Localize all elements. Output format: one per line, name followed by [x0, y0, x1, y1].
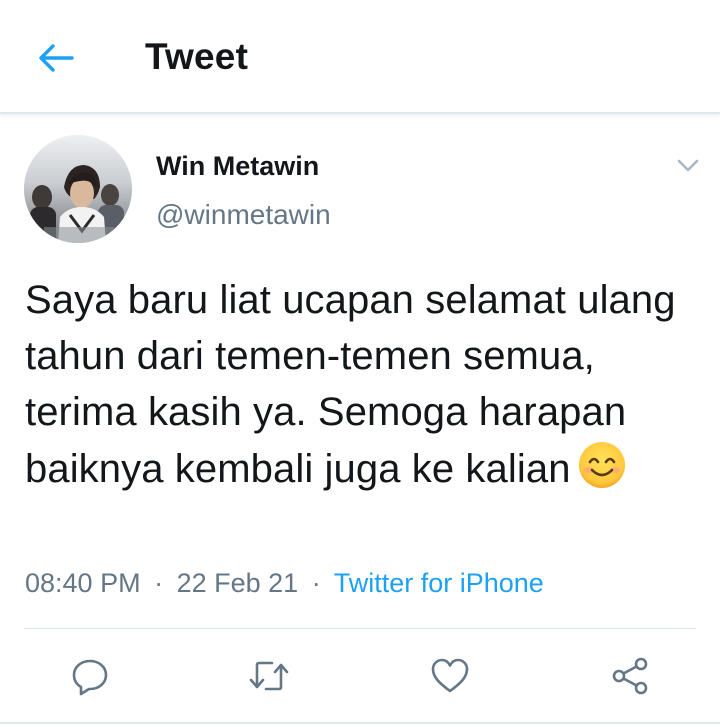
author-handle[interactable]: @winmetawin	[156, 199, 331, 231]
meta-separator: ·	[154, 568, 164, 598]
like-button[interactable]	[428, 654, 472, 698]
tweet-time: 08:40 PM	[25, 568, 141, 598]
retweet-icon	[249, 661, 289, 691]
tweet-action-bar	[0, 648, 720, 704]
avatar-photo	[24, 135, 132, 243]
retweet-button[interactable]	[247, 654, 291, 698]
author-name[interactable]: Win Metawin	[156, 151, 319, 182]
like-icon	[431, 658, 469, 693]
back-arrow-icon	[39, 44, 74, 72]
back-button[interactable]	[28, 32, 84, 84]
divider	[24, 628, 696, 629]
smiling-face-emoji-icon	[577, 440, 627, 505]
avatar[interactable]	[24, 135, 132, 243]
tweet-detail-screen: Tweet Win Metawin @winmetawin Saya baru …	[0, 0, 720, 727]
reply-button[interactable]	[68, 654, 112, 698]
chevron-down-icon	[677, 159, 699, 172]
tweet-metadata: 08:40 PM · 22 Feb 21 · Twitter for iPhon…	[25, 568, 544, 599]
more-options-button[interactable]	[670, 148, 706, 184]
bottom-divider	[0, 722, 720, 724]
tweet-text: Saya baru liat ucapan selamat ulang tahu…	[25, 272, 697, 505]
share-button[interactable]	[608, 654, 652, 698]
reply-icon	[72, 659, 108, 696]
tweet-date: 22 Feb 21	[176, 568, 299, 598]
page-title: Tweet	[145, 36, 249, 77]
tweet-source-link[interactable]: Twitter for iPhone	[334, 568, 544, 598]
meta-separator-2: ·	[311, 568, 321, 598]
share-icon	[612, 657, 648, 695]
top-app-bar: Tweet	[0, 0, 720, 114]
